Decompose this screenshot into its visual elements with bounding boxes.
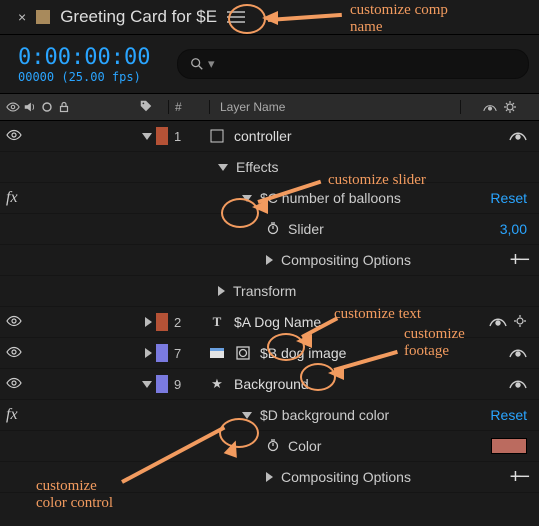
shy-toggle[interactable] bbox=[509, 128, 527, 145]
switches-header-icon[interactable] bbox=[503, 100, 517, 114]
visibility-toggle[interactable] bbox=[6, 375, 22, 394]
compositing-options-row[interactable]: Compositing Options +− bbox=[0, 245, 539, 276]
slider-label: Slider bbox=[288, 221, 324, 237]
layer-index: 2 bbox=[168, 315, 208, 330]
layer-row-controller[interactable]: 1 controller bbox=[0, 121, 539, 152]
shy-header-icon[interactable] bbox=[483, 100, 497, 114]
twirl-icon[interactable] bbox=[142, 133, 152, 140]
visibility-toggle[interactable] bbox=[6, 344, 22, 363]
twirl-icon[interactable] bbox=[242, 195, 252, 202]
slider-value[interactable]: 3,00 bbox=[500, 221, 527, 237]
twirl-icon[interactable] bbox=[218, 164, 228, 171]
fx-badge[interactable]: fx bbox=[6, 406, 28, 424]
layer-color-swatch[interactable] bbox=[156, 313, 168, 331]
search-icon bbox=[190, 57, 204, 71]
layer-name-label[interactable]: $A Dog Name bbox=[234, 314, 321, 330]
replace-footage-icon bbox=[234, 344, 252, 362]
effect-name[interactable]: $C number of balloons bbox=[260, 190, 401, 206]
slider-property-row[interactable]: Slider 3,00 bbox=[0, 214, 539, 245]
visibility-toggle[interactable] bbox=[6, 127, 22, 146]
effect-name[interactable]: $D background color bbox=[260, 407, 389, 423]
close-tab-button[interactable]: × bbox=[18, 9, 26, 25]
visibility-toggle[interactable] bbox=[6, 313, 22, 332]
layer-row-dogimage[interactable]: 7 $B dog image bbox=[0, 338, 539, 369]
shy-toggle[interactable] bbox=[509, 345, 527, 362]
add-remove-button[interactable]: +− bbox=[510, 249, 527, 272]
twirl-icon[interactable] bbox=[242, 412, 252, 419]
layer-name-header[interactable]: Layer Name bbox=[209, 100, 460, 114]
shy-toggle[interactable] bbox=[489, 314, 507, 331]
compositing-options-row[interactable]: Compositing Options +− bbox=[0, 462, 539, 493]
layer-name-label[interactable]: Background bbox=[234, 376, 309, 392]
stopwatch-icon[interactable] bbox=[266, 221, 280, 238]
layer-index: 1 bbox=[168, 129, 208, 144]
text-layer-icon: T bbox=[208, 313, 226, 331]
stopwatch-icon[interactable] bbox=[266, 438, 280, 455]
layer-index: 7 bbox=[168, 346, 208, 361]
effects-group-label: Effects bbox=[236, 159, 279, 175]
layer-index: 9 bbox=[168, 377, 208, 392]
reset-button[interactable]: Reset bbox=[490, 407, 527, 423]
twirl-icon[interactable] bbox=[145, 348, 152, 358]
effect-row-color[interactable]: fx $D background color Reset bbox=[0, 400, 539, 431]
solid-layer-icon: ★ bbox=[208, 375, 226, 393]
audio-header-icon[interactable] bbox=[23, 100, 37, 114]
twirl-icon[interactable] bbox=[142, 381, 152, 388]
eye-header-icon[interactable] bbox=[6, 100, 20, 114]
layer-row-background[interactable]: 9 ★ Background bbox=[0, 369, 539, 400]
tab-menu-icon[interactable] bbox=[227, 11, 245, 23]
null-layer-icon bbox=[208, 127, 226, 145]
twirl-icon[interactable] bbox=[218, 286, 225, 296]
current-frame-fps: 00000 (25.00 fps) bbox=[18, 70, 173, 84]
twirl-icon[interactable] bbox=[266, 472, 273, 482]
transform-group-row[interactable]: Transform bbox=[0, 276, 539, 307]
current-time[interactable]: 0:00:00:00 bbox=[18, 45, 173, 70]
effect-row-slider[interactable]: fx $C number of balloons Reset bbox=[0, 183, 539, 214]
lock-header-icon[interactable] bbox=[57, 100, 71, 114]
layer-color-swatch[interactable] bbox=[156, 127, 168, 145]
compositing-options-label: Compositing Options bbox=[281, 252, 411, 268]
layer-color-swatch[interactable] bbox=[156, 375, 168, 393]
label-header-icon[interactable] bbox=[139, 99, 153, 113]
effects-group-row[interactable]: Effects bbox=[0, 152, 539, 183]
layer-row-dogname[interactable]: 2 T $A Dog Name bbox=[0, 307, 539, 338]
solo-header-icon[interactable] bbox=[40, 100, 54, 114]
motion-blur-toggle[interactable] bbox=[513, 314, 527, 331]
layer-name-label[interactable]: controller bbox=[234, 128, 292, 144]
color-property-row[interactable]: Color bbox=[0, 431, 539, 462]
index-header[interactable]: # bbox=[168, 100, 209, 114]
add-remove-button[interactable]: +− bbox=[510, 466, 527, 489]
fx-badge[interactable]: fx bbox=[6, 189, 28, 207]
layer-color-swatch[interactable] bbox=[156, 344, 168, 362]
color-swatch[interactable] bbox=[491, 438, 527, 454]
compositing-options-label: Compositing Options bbox=[281, 469, 411, 485]
shy-toggle[interactable] bbox=[509, 376, 527, 393]
twirl-icon[interactable] bbox=[145, 317, 152, 327]
reset-button[interactable]: Reset bbox=[490, 190, 527, 206]
comp-color-swatch bbox=[36, 10, 50, 24]
column-headers: # Layer Name bbox=[0, 94, 539, 121]
transform-group-label: Transform bbox=[233, 283, 296, 299]
layer-name-label[interactable]: $B dog image bbox=[260, 345, 346, 361]
search-input[interactable]: ▾ bbox=[177, 49, 529, 79]
footage-layer-icon bbox=[208, 344, 226, 362]
comp-name[interactable]: Greeting Card for $E bbox=[60, 7, 217, 27]
twirl-icon[interactable] bbox=[266, 255, 273, 265]
color-label: Color bbox=[288, 438, 321, 454]
